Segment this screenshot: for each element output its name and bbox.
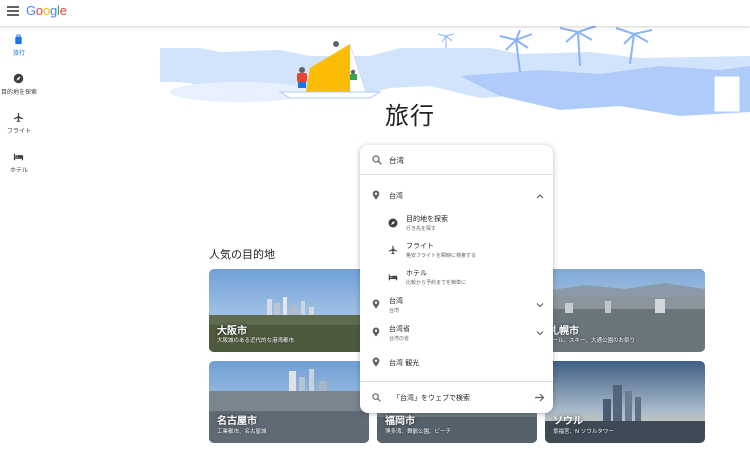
sub-option-description: 行き先を探す <box>406 226 437 232</box>
suggestion-sub-flights[interactable]: フライト 格安フライトを瞬時に検索する <box>360 239 553 263</box>
location-pin-icon <box>372 299 380 309</box>
airplane-icon <box>388 245 398 255</box>
destination-description: ビール、スキー、大通公園のお祭り <box>547 338 635 344</box>
nav-label-hotels: ホテル <box>9 167 28 174</box>
nav-item-hotels[interactable]: ホテル <box>0 143 38 182</box>
location-pin-icon <box>372 357 380 367</box>
nav-label-explore: 目的地を探索 <box>0 89 37 96</box>
destination-description: 景福宮、N ソウルタワー <box>553 429 614 435</box>
search-input[interactable] <box>389 153 539 167</box>
suggestion-sublabel: 台湾の省 <box>389 336 410 342</box>
luggage-icon <box>15 34 22 45</box>
suggestion-sub-hotels[interactable]: ホテル 比較から予約までを簡単に <box>360 266 553 290</box>
sub-option-description: 格安フライトを瞬時に検索する <box>406 253 477 259</box>
bed-icon <box>13 153 24 161</box>
destination-name: 大阪市 <box>217 326 247 337</box>
web-search-option[interactable]: 「台湾」をウェブで検索 <box>360 381 553 413</box>
web-search-label: 「台湾」をウェブで検索 <box>393 394 470 402</box>
nav-item-flights[interactable]: フライト <box>0 104 38 143</box>
page-title: 旅行 <box>385 102 435 130</box>
bed-icon <box>388 274 398 281</box>
search-box <box>360 145 553 175</box>
suggestion-item[interactable]: 台湾 <box>360 185 553 207</box>
hamburger-menu-icon[interactable] <box>7 6 19 18</box>
destination-card-osaka[interactable]: 大阪市 大阪城のある近代的な港湾都市 <box>209 269 369 352</box>
suggestion-item[interactable]: 台湾 観光 <box>360 352 553 374</box>
chevron-down-icon[interactable] <box>536 330 544 336</box>
suggestion-item[interactable]: 台湾省 台湾の省 <box>360 321 553 345</box>
suggestion-sublabel: 台湾 <box>389 308 400 314</box>
destination-name: 福岡市 <box>385 416 415 427</box>
compass-icon <box>13 73 24 84</box>
destination-description: 工業都市、名古屋城 <box>217 429 267 435</box>
destination-card-nagoya[interactable]: 名古屋市 工業都市、名古屋城 <box>209 361 369 443</box>
destination-name: 名古屋市 <box>217 416 257 427</box>
nav-label-flights: フライト <box>6 128 31 135</box>
chevron-up-icon[interactable] <box>536 193 544 199</box>
location-pin-icon <box>372 327 380 337</box>
suggestion-item[interactable]: 台湾 台湾 <box>360 293 553 317</box>
search-icon <box>372 393 381 402</box>
sub-option-label: ホテル <box>406 269 427 277</box>
search-suggestions-popup: 台湾 目的地を探索 行き先を探す フライト 格安フライトを瞬時に検索する ホテル… <box>360 145 553 413</box>
location-pin-icon <box>372 190 380 200</box>
google-logo[interactable]: Google <box>26 3 67 18</box>
nav-item-explore[interactable]: 目的地を探索 <box>0 65 38 104</box>
arrow-right-icon <box>535 393 545 402</box>
nav-item-travel[interactable]: 旅行 <box>0 26 38 65</box>
suggestion-label: 台湾省 <box>389 325 410 333</box>
suggestion-label: 台湾 <box>389 192 403 200</box>
sub-option-label: フライト <box>406 242 434 250</box>
chevron-down-icon[interactable] <box>536 302 544 308</box>
nav-label-travel: 旅行 <box>12 50 25 57</box>
top-app-bar: Google <box>0 0 750 26</box>
destination-name: ソウル <box>553 416 583 427</box>
popular-destinations-heading: 人気の目的地 <box>209 248 275 261</box>
suggestion-sub-explore[interactable]: 目的地を探索 行き先を探す <box>360 212 553 236</box>
sub-option-label: 目的地を探索 <box>406 215 448 223</box>
destination-description: 博多湾、舞鶴公園、ビーチ <box>385 429 452 435</box>
compass-icon <box>388 218 398 228</box>
suggestion-label: 台湾 観光 <box>389 359 420 367</box>
airplane-icon <box>13 112 24 123</box>
destination-name: 札幌市 <box>549 326 579 337</box>
destination-description: 大阪城のある近代的な港湾都市 <box>217 338 295 344</box>
sub-option-description: 比較から予約までを簡単に <box>406 280 467 286</box>
search-icon <box>372 155 382 165</box>
destination-card-sapporo[interactable]: 札幌市 ビール、スキー、大通公園のお祭り <box>545 269 705 352</box>
suggestion-label: 台湾 <box>389 297 403 305</box>
side-navigation: 旅行 目的地を探索 フライト ホテル <box>0 26 38 182</box>
destination-card-seoul[interactable]: ソウル 景福宮、N ソウルタワー <box>545 361 705 443</box>
